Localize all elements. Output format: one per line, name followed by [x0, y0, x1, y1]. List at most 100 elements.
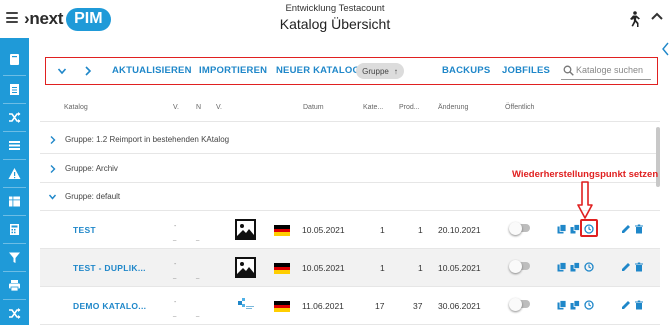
catalog-name-link[interactable]: DEMO KATALO...	[73, 301, 146, 311]
sidebar-item-shuffle-2[interactable]	[0, 300, 29, 325]
sidebar-item-filter[interactable]	[0, 244, 29, 271]
produkte-value: 37	[413, 301, 423, 311]
german-flag-icon	[274, 263, 290, 274]
col-produkte[interactable]: Prod...	[399, 104, 420, 111]
delete-trash-icon[interactable]	[634, 224, 644, 234]
chevron-down-icon[interactable]	[57, 65, 67, 77]
col-katalog[interactable]: Katalog	[64, 104, 88, 111]
table-row[interactable]: TEST - DUPLIK... - _ _ 10.05.2021 1 1 10…	[40, 249, 660, 287]
logo-thumbnail-icon	[238, 298, 254, 309]
col-v2[interactable]: V.	[216, 104, 222, 111]
produkte-value: 1	[418, 225, 423, 235]
v1-sub-value: _	[173, 273, 177, 279]
edit-pencil-icon[interactable]	[621, 262, 631, 272]
catalog-search-input[interactable]: Kataloge suchen	[561, 62, 651, 80]
col-kategorien[interactable]: Kate...	[363, 104, 383, 111]
group-row[interactable]: Gruppe: default	[40, 183, 660, 211]
import-button[interactable]: IMPORTIEREN	[199, 65, 267, 76]
copy-icon[interactable]	[557, 300, 567, 310]
duplicate-icon[interactable]	[570, 224, 580, 234]
col-v1[interactable]: V.	[173, 104, 179, 111]
annotation-label: Wiederherstellungspunkt setzen	[512, 169, 659, 180]
backups-button[interactable]: BACKUPS	[442, 65, 490, 76]
logo-text: ›next	[24, 9, 64, 28]
new-catalog-button[interactable]: NEUER KATALOG	[276, 65, 360, 76]
kategorien-value: 1	[380, 225, 385, 235]
logo-pim-badge: PIM	[66, 7, 111, 31]
col-aenderung[interactable]: Änderung	[438, 104, 468, 111]
aenderung-value: 20.10.2021	[438, 225, 481, 235]
restore-point-icon[interactable]	[584, 300, 594, 310]
sort-arrow-icon: ↑	[393, 66, 398, 76]
group-row[interactable]: Gruppe: 1.2 Reimport in bestehenden KAta…	[40, 126, 660, 154]
account-name: Entwicklung Testacount	[285, 3, 385, 14]
aenderung-value: 30.06.2021	[438, 301, 481, 311]
german-flag-icon	[274, 225, 290, 236]
datum-value: 10.05.2021	[302, 225, 345, 235]
copy-icon[interactable]	[557, 262, 567, 272]
image-placeholder-icon	[235, 257, 256, 278]
shuffle-icon	[9, 112, 21, 123]
col-n[interactable]: N	[196, 104, 201, 111]
delete-trash-icon[interactable]	[634, 262, 644, 272]
group-label: Gruppe: default	[65, 192, 121, 201]
duplicate-icon[interactable]	[570, 300, 580, 310]
col-oeffentlich[interactable]: Öffentlich	[505, 104, 534, 111]
shuffle-icon	[9, 308, 21, 319]
table-row[interactable]: TEST - _ _ 10.05.2021 1 1 20.10.2021	[40, 211, 660, 249]
nextpim-logo[interactable]: ›next PIM	[24, 5, 124, 33]
public-toggle[interactable]	[509, 297, 531, 311]
list-icon	[9, 141, 20, 150]
page-title-block: Entwicklung Testacount Katalog Übersicht	[200, 3, 470, 33]
chevron-right-icon[interactable]	[83, 65, 93, 77]
chevron-up-icon[interactable]	[650, 10, 664, 24]
table-row[interactable]: DEMO KATALO... - _ _ 11.06.2021 17 37 30…	[40, 287, 660, 325]
sidebar-item-documents[interactable]	[0, 76, 29, 103]
sidebar-item-warnings[interactable]	[0, 160, 29, 187]
group-sort-chip[interactable]: Gruppe ↑	[356, 63, 404, 79]
panel-collapse-chevron-icon[interactable]	[661, 42, 670, 56]
sidebar-item-list[interactable]	[0, 132, 29, 159]
edit-pencil-icon[interactable]	[621, 224, 631, 234]
n-value: _	[196, 311, 200, 317]
v1-sub-value: _	[173, 311, 177, 317]
chevron-down-icon[interactable]	[48, 192, 57, 202]
sidebar-item-calculator[interactable]	[0, 216, 29, 243]
datum-value: 10.05.2021	[302, 263, 345, 273]
table-icon	[9, 196, 20, 207]
search-placeholder: Kataloge suchen	[576, 65, 644, 75]
n-value: _	[196, 273, 200, 279]
sidebar-item-shuffle[interactable]	[0, 104, 29, 131]
sidebar-item-table[interactable]	[0, 188, 29, 215]
group-label: Gruppe: Archiv	[65, 164, 118, 173]
catalog-name-link[interactable]: TEST	[73, 225, 96, 235]
runner-icon[interactable]	[626, 11, 640, 27]
sidebar-item-print[interactable]	[0, 272, 29, 299]
aenderung-value: 10.05.2021	[438, 263, 481, 273]
chevron-right-icon[interactable]	[48, 164, 57, 174]
datum-value: 11.06.2021	[302, 301, 344, 311]
sidebar	[0, 38, 29, 325]
edit-pencil-icon[interactable]	[621, 300, 631, 310]
refresh-button[interactable]: AKTUALISIEREN	[112, 65, 192, 76]
sidebar-item-catalogs[interactable]	[0, 46, 29, 73]
menu-icon[interactable]	[6, 12, 18, 23]
delete-trash-icon[interactable]	[634, 300, 644, 310]
col-datum[interactable]: Datum	[303, 104, 324, 111]
catalog-name-link[interactable]: TEST - DUPLIK...	[73, 263, 146, 273]
copy-icon[interactable]	[557, 224, 567, 234]
v1-sub-value: _	[173, 235, 177, 241]
group-label: Gruppe: 1.2 Reimport in bestehenden KAta…	[65, 135, 230, 144]
duplicate-icon[interactable]	[570, 262, 580, 272]
warning-icon	[8, 168, 21, 179]
v1-value: -	[174, 299, 177, 306]
public-toggle[interactable]	[509, 259, 531, 273]
jobfiles-button[interactable]: JOBFILES	[502, 65, 550, 76]
app-header: ›next PIM Entwicklung Testacount Katalog…	[0, 0, 670, 38]
restore-point-icon[interactable]	[584, 224, 594, 234]
v1-value: -	[174, 261, 177, 268]
public-toggle[interactable]	[509, 221, 531, 235]
group-chip-label: Gruppe	[362, 66, 389, 76]
chevron-right-icon[interactable]	[48, 135, 57, 145]
restore-point-icon[interactable]	[584, 262, 594, 272]
